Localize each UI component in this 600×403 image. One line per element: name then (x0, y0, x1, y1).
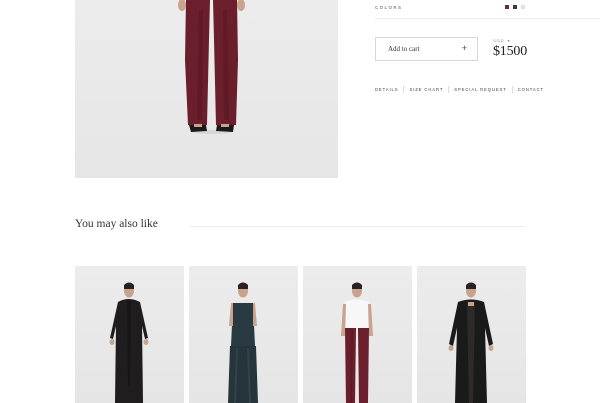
tab-contact[interactable]: CONTACT (513, 87, 549, 92)
colors-row: COLORS (375, 3, 525, 17)
related-product-teal-two-piece[interactable] (189, 266, 298, 403)
colors-label: COLORS (375, 5, 403, 10)
currency-label: SGD (493, 38, 505, 43)
product-main-image[interactable] (75, 0, 338, 178)
color-swatches (505, 5, 525, 9)
product-price: $1500 (493, 44, 528, 59)
color-swatch-pink[interactable] (521, 5, 525, 9)
colors-divider (375, 18, 600, 19)
plus-icon: + (461, 43, 467, 53)
add-to-cart-label: Add to cart (388, 45, 420, 53)
tab-size-chart[interactable]: SIZE CHART (404, 87, 448, 92)
currency-selector[interactable]: SGD ▾ (493, 38, 553, 43)
tab-special-request[interactable]: SPECIAL REQUEST (449, 87, 511, 92)
related-product-white-top-burgundy-pants[interactable] (303, 266, 412, 403)
related-section-title: You may also like (75, 218, 158, 230)
product-page: COLORS Add to cart + SGD ▾ $1500 DETAILS… (0, 0, 600, 403)
product-info-tabs: DETAILS SIZE CHART SPECIAL REQUEST CONTA… (375, 86, 549, 93)
related-product-black-dress[interactable] (75, 266, 184, 403)
price-block: SGD ▾ $1500 (493, 38, 553, 60)
section-divider (189, 226, 525, 227)
related-product-black-open-coat[interactable] (417, 266, 526, 403)
color-swatch-burgundy[interactable] (505, 5, 509, 9)
add-to-cart-button[interactable]: Add to cart + (375, 37, 478, 61)
tab-details[interactable]: DETAILS (375, 87, 403, 92)
color-swatch-charcoal[interactable] (513, 5, 517, 9)
chevron-down-icon: ▾ (507, 38, 511, 43)
